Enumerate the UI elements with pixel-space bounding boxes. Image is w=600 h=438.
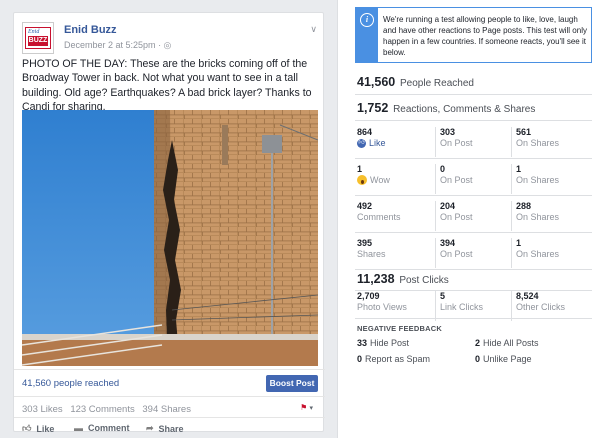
negative-feedback-title: NEGATIVE FEEDBACK [357, 324, 442, 333]
wow-reaction-icon [357, 175, 367, 185]
notice-text: We're running a test allowing people to … [383, 15, 587, 57]
share-button[interactable]: ➦ Share [146, 423, 184, 434]
post-timestamp[interactable]: December 2 at 5:25pm · ◎ [64, 40, 171, 51]
post-card: Enid BUZZ Enid Buzz December 2 at 5:25pm… [13, 12, 325, 434]
post-message: PHOTO OF THE DAY: These are the bricks c… [22, 58, 312, 114]
people-reached-link[interactable]: 41,560 people reached [22, 378, 119, 389]
boost-post-button[interactable]: Boost Post [266, 375, 318, 392]
thumbs-up-icon: 👍︎ [22, 423, 32, 433]
post-actions: 👍︎ Like ▬ Comment ➦ Share [14, 417, 325, 434]
comments-count[interactable]: 123 Comments [70, 404, 134, 415]
like-reaction-icon: 👍︎ [357, 138, 366, 148]
hide-post-stat: 33 Hide Post [357, 338, 410, 348]
page-avatar[interactable]: Enid BUZZ [22, 22, 54, 54]
flag-icon: ⚑ [300, 403, 308, 412]
divider [355, 94, 592, 95]
engagement-counts: 303 Likes 123 Comments 394 Shares [22, 404, 196, 415]
reach-bar: 41,560 people reached Boost Post [14, 369, 325, 397]
caret-down-icon: ▾ [309, 405, 313, 412]
audience-selector[interactable]: ⚑ ▾ [300, 403, 313, 412]
page-name-link[interactable]: Enid Buzz [64, 24, 117, 36]
grid-row-wow: 1 Wow 0 On Post 1 On Shares [355, 159, 592, 196]
reactions-grid: 864 👍︎ Like 303 On Post 561 On Shares 1 Wow 0… [355, 122, 592, 270]
grid-row-comments: 492 Comments 204 On Post 288 On Shares [355, 196, 592, 233]
building-photo [22, 110, 318, 366]
globe-icon: · ◎ [158, 40, 172, 50]
shares-count[interactable]: 394 Shares [142, 404, 191, 415]
report-spam-stat: 0 Report as Spam [357, 354, 431, 364]
comment-icon: ▬ [74, 423, 83, 433]
divider [355, 318, 592, 319]
chevron-down-icon[interactable]: ∨ [310, 24, 317, 35]
post-photo[interactable] [22, 110, 318, 366]
reactions-comments-shares-stat: 1,752 Reactions, Comments & Shares [357, 101, 536, 115]
post-panel: Enid BUZZ Enid Buzz December 2 at 5:25pm… [0, 0, 338, 438]
grid-row-shares: 395 Shares 394 On Post 1 On Shares [355, 233, 592, 270]
clicks-breakdown: 2,709 Photo Views 5 Link Clicks 8,524 Other… [355, 286, 592, 322]
reactions-test-notice: i We're running a test allowing people t… [355, 7, 592, 63]
post-header: Enid BUZZ Enid Buzz December 2 at 5:25pm… [22, 22, 317, 54]
enid-buzz-logo: Enid BUZZ [25, 27, 51, 49]
likes-count[interactable]: 303 Likes [22, 404, 63, 415]
divider [355, 120, 592, 121]
unlike-page-stat: 0 Unlike Page [475, 354, 532, 364]
hide-all-posts-stat: 2 Hide All Posts [475, 338, 539, 348]
post-clicks-stat: 11,238 Post Clicks [357, 272, 449, 286]
info-icon: i [360, 13, 374, 27]
share-arrow-icon: ➦ [146, 423, 154, 433]
people-reached-stat: 41,560 People Reached [357, 75, 474, 89]
like-button[interactable]: 👍︎ Like [22, 423, 54, 434]
grid-row-like: 864 👍︎ Like 303 On Post 561 On Shares [355, 122, 592, 159]
comment-button[interactable]: ▬ Comment [74, 423, 130, 433]
post-insights-panel: i We're running a test allowing people t… [347, 0, 600, 438]
